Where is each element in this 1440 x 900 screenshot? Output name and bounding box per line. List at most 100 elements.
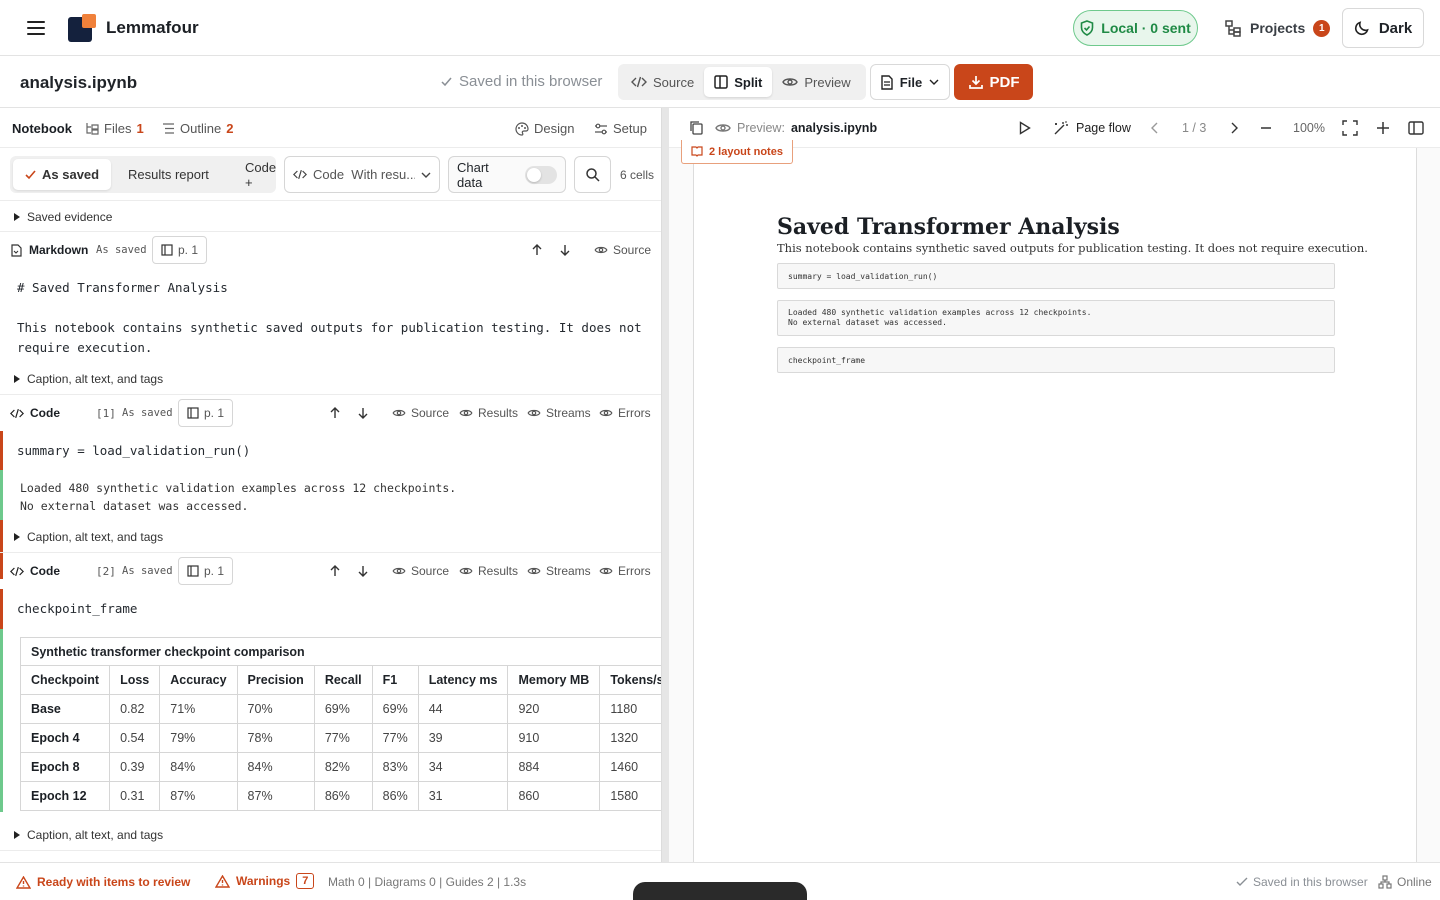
notebook-pane: Notebook Files 1 Outline 2 Design Setup … [0, 108, 662, 862]
chevron-right-icon[interactable] [1230, 122, 1238, 134]
pdf-export-button[interactable]: PDF [954, 64, 1033, 100]
tab-files[interactable]: Files 1 [86, 121, 144, 136]
table-cell: 39 [417, 723, 509, 753]
view-split-button[interactable]: Split [704, 67, 773, 97]
cell-action-results[interactable]: Results [459, 406, 518, 420]
book-icon [691, 146, 703, 157]
saved-evidence-toggle[interactable]: Saved evidence [14, 210, 112, 224]
local-status-pill[interactable]: Local · 0 sent [1073, 10, 1198, 46]
cell-page-button[interactable]: p. 1 [178, 557, 234, 585]
cell-action-results[interactable]: Results [459, 564, 518, 578]
setup-button[interactable]: Setup [594, 121, 647, 136]
split-icon [714, 75, 728, 89]
arrow-up-icon[interactable] [530, 243, 544, 257]
cell-action-errors[interactable]: Errors [599, 406, 651, 420]
cell-action-label: Errors [618, 564, 651, 578]
table-cell: 82% [313, 752, 373, 782]
theme-toggle-button[interactable]: Dark [1342, 8, 1424, 48]
cell-action-source[interactable]: Source [594, 243, 651, 257]
table-cell: 78% [236, 723, 315, 753]
cell-action-source[interactable]: Source [392, 564, 449, 578]
cell-state: As saved [122, 407, 173, 419]
arrow-down-icon[interactable] [356, 564, 370, 578]
sidebar-icon[interactable] [1408, 120, 1424, 135]
chart-data-toggle[interactable]: Chart data [448, 156, 566, 193]
caption-toggle[interactable]: Caption, alt text, and tags [14, 530, 163, 544]
caption-toggle[interactable]: Caption, alt text, and tags [14, 372, 163, 386]
status-saved-label: Saved in this browser [1253, 875, 1368, 889]
arrow-down-icon[interactable] [558, 243, 572, 257]
chevron-down-icon [929, 79, 939, 85]
chevron-left-icon[interactable] [1151, 122, 1159, 134]
search-icon [585, 167, 600, 182]
table-cell: 1320 [599, 723, 661, 753]
floating-dock[interactable] [633, 882, 807, 900]
cell-page-button[interactable]: p. 1 [152, 236, 208, 264]
toggle-switch[interactable] [524, 165, 557, 184]
file-menu-button[interactable]: File [870, 64, 950, 100]
fullscreen-icon[interactable] [1342, 119, 1358, 136]
arrow-up-icon[interactable] [328, 564, 342, 578]
file-menu-label: File [899, 74, 923, 90]
table-cell: 0.54 [109, 723, 161, 753]
document-bar: analysis.ipynb Saved in this browser Sou… [0, 56, 1440, 108]
cell-output-line: No external dataset was accessed. [20, 499, 249, 513]
pdf-label: PDF [989, 73, 1020, 91]
play-icon[interactable] [1019, 120, 1031, 135]
view-source-label: Source [653, 74, 695, 90]
pane-splitter[interactable] [662, 108, 669, 862]
logo [68, 14, 98, 42]
setup-label: Setup [613, 121, 647, 136]
cell-action-streams[interactable]: Streams [527, 564, 591, 578]
top-bar: Lemmafour Local · 0 sent Projects 1 Dark [0, 0, 1440, 56]
caption-toggle[interactable]: Caption, alt text, and tags [14, 828, 163, 842]
cell-action-source[interactable]: Source [392, 406, 449, 420]
cell-action-errors[interactable]: Errors [599, 564, 651, 578]
design-button[interactable]: Design [515, 121, 574, 136]
cell-action-streams[interactable]: Streams [527, 406, 591, 420]
divider [0, 394, 661, 395]
table-cell: 79% [159, 723, 238, 753]
filter-results-report[interactable]: Results report [128, 159, 209, 190]
doc-title: Saved Transformer Analysis [777, 214, 1120, 240]
minus-icon[interactable] [1259, 121, 1273, 135]
arrow-up-icon[interactable] [328, 406, 342, 420]
tab-outline[interactable]: Outline 2 [162, 121, 233, 136]
warnings-count: 7 [296, 873, 315, 889]
copy-icon[interactable] [689, 120, 703, 135]
arrow-down-icon[interactable] [356, 406, 370, 420]
cell-page-label: p. 1 [204, 564, 225, 578]
chevron-down-icon [421, 172, 431, 178]
cell-state: As saved [96, 244, 147, 256]
projects-button[interactable]: Projects 1 [1218, 10, 1336, 46]
output-mode-select[interactable]: Code With resu... [284, 156, 440, 193]
view-preview-button[interactable]: Preview [772, 67, 860, 97]
download-icon [968, 74, 984, 90]
search-button[interactable] [574, 156, 611, 193]
filter-as-saved[interactable]: As saved [13, 159, 112, 190]
ready-status[interactable]: Ready with items to review [16, 875, 190, 889]
warning-icon [215, 874, 230, 888]
filter-code-plus[interactable]: Code + [245, 159, 276, 190]
view-source-button[interactable]: Source [621, 67, 704, 97]
cell-page-button[interactable]: p. 1 [178, 399, 234, 427]
layout-notes-badge[interactable]: 2 layout notes [681, 140, 793, 164]
warnings-button[interactable]: Warnings 7 [215, 873, 315, 889]
page-icon [187, 407, 199, 419]
page-flow-button[interactable]: Page flow [1053, 120, 1131, 136]
table-caption: Synthetic transformer checkpoint compari… [20, 637, 661, 665]
tab-notebook[interactable]: Notebook [12, 121, 72, 136]
menu-icon[interactable] [24, 18, 48, 38]
plus-icon[interactable] [1376, 121, 1390, 135]
output-mode-value: Code With resu... [313, 167, 415, 182]
markdown-source-line: # Saved Transformer Analysis [17, 280, 228, 295]
page-flow-label: Page flow [1076, 120, 1131, 135]
document-filename: analysis.ipynb [20, 73, 138, 92]
table-cell: 0.31 [109, 781, 161, 811]
source-code-icon [10, 408, 24, 419]
table-row: Epoch 80.3984%84%82%83%34884146042 [19, 752, 661, 782]
local-status-label: Local · 0 sent [1101, 20, 1191, 36]
eye-icon [527, 566, 541, 576]
layout-notes-label: 2 layout notes [709, 145, 783, 158]
preview-prefix: Preview: [737, 120, 785, 135]
